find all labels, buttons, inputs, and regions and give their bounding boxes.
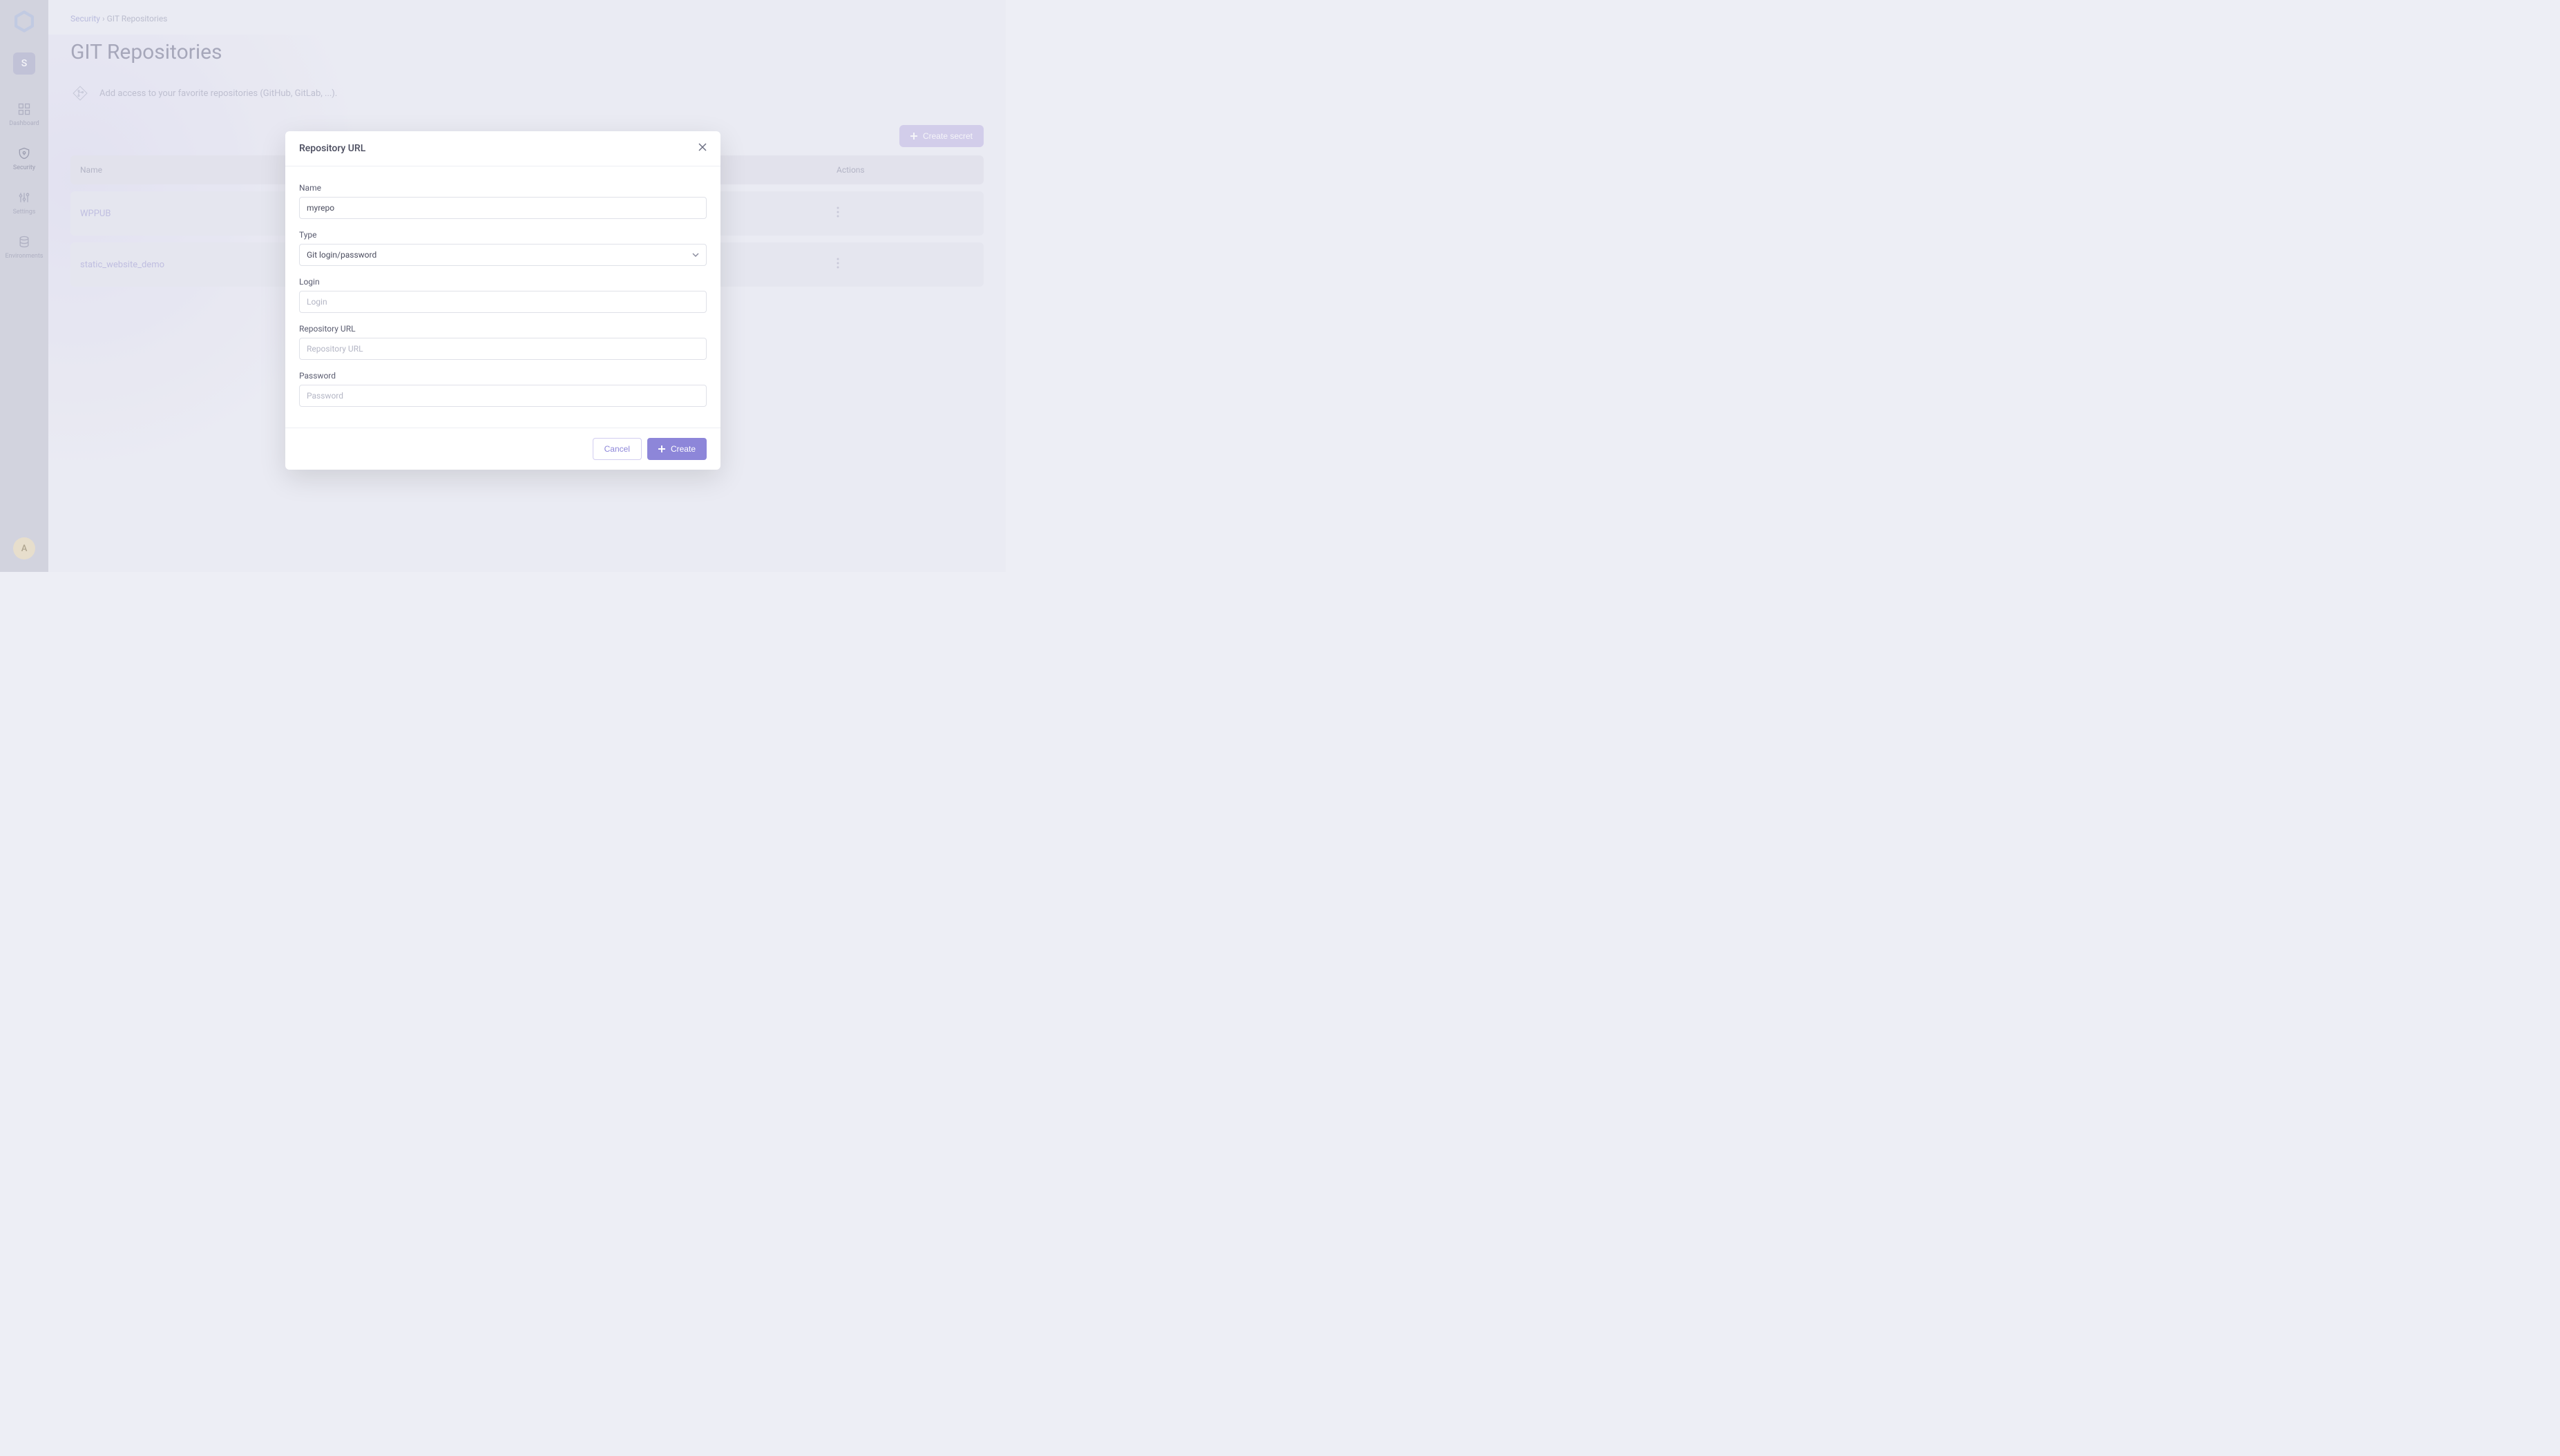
login-input[interactable] xyxy=(299,291,707,313)
login-label: Login xyxy=(299,277,707,287)
type-label: Type xyxy=(299,230,707,240)
name-label: Name xyxy=(299,183,707,193)
password-input[interactable] xyxy=(299,385,707,407)
plus-icon xyxy=(658,446,665,452)
create-repo-modal: Repository URL Name Type Login xyxy=(285,131,720,470)
modal-title: Repository URL xyxy=(299,143,365,154)
repo-url-input[interactable] xyxy=(299,338,707,360)
modal-body: Name Type Login Repository URL Password xyxy=(285,166,720,428)
repo-url-label: Repository URL xyxy=(299,324,707,334)
name-input[interactable] xyxy=(299,197,707,219)
type-select[interactable] xyxy=(299,244,707,266)
password-label: Password xyxy=(299,371,707,381)
create-button-label: Create xyxy=(671,444,696,454)
close-icon xyxy=(698,143,707,151)
close-button[interactable] xyxy=(698,142,707,155)
create-button[interactable]: Create xyxy=(647,438,707,460)
modal-footer: Cancel Create xyxy=(285,428,720,470)
modal-overlay[interactable]: Repository URL Name Type Login xyxy=(0,0,1006,572)
cancel-button[interactable]: Cancel xyxy=(593,438,642,460)
modal-header: Repository URL xyxy=(285,131,720,166)
